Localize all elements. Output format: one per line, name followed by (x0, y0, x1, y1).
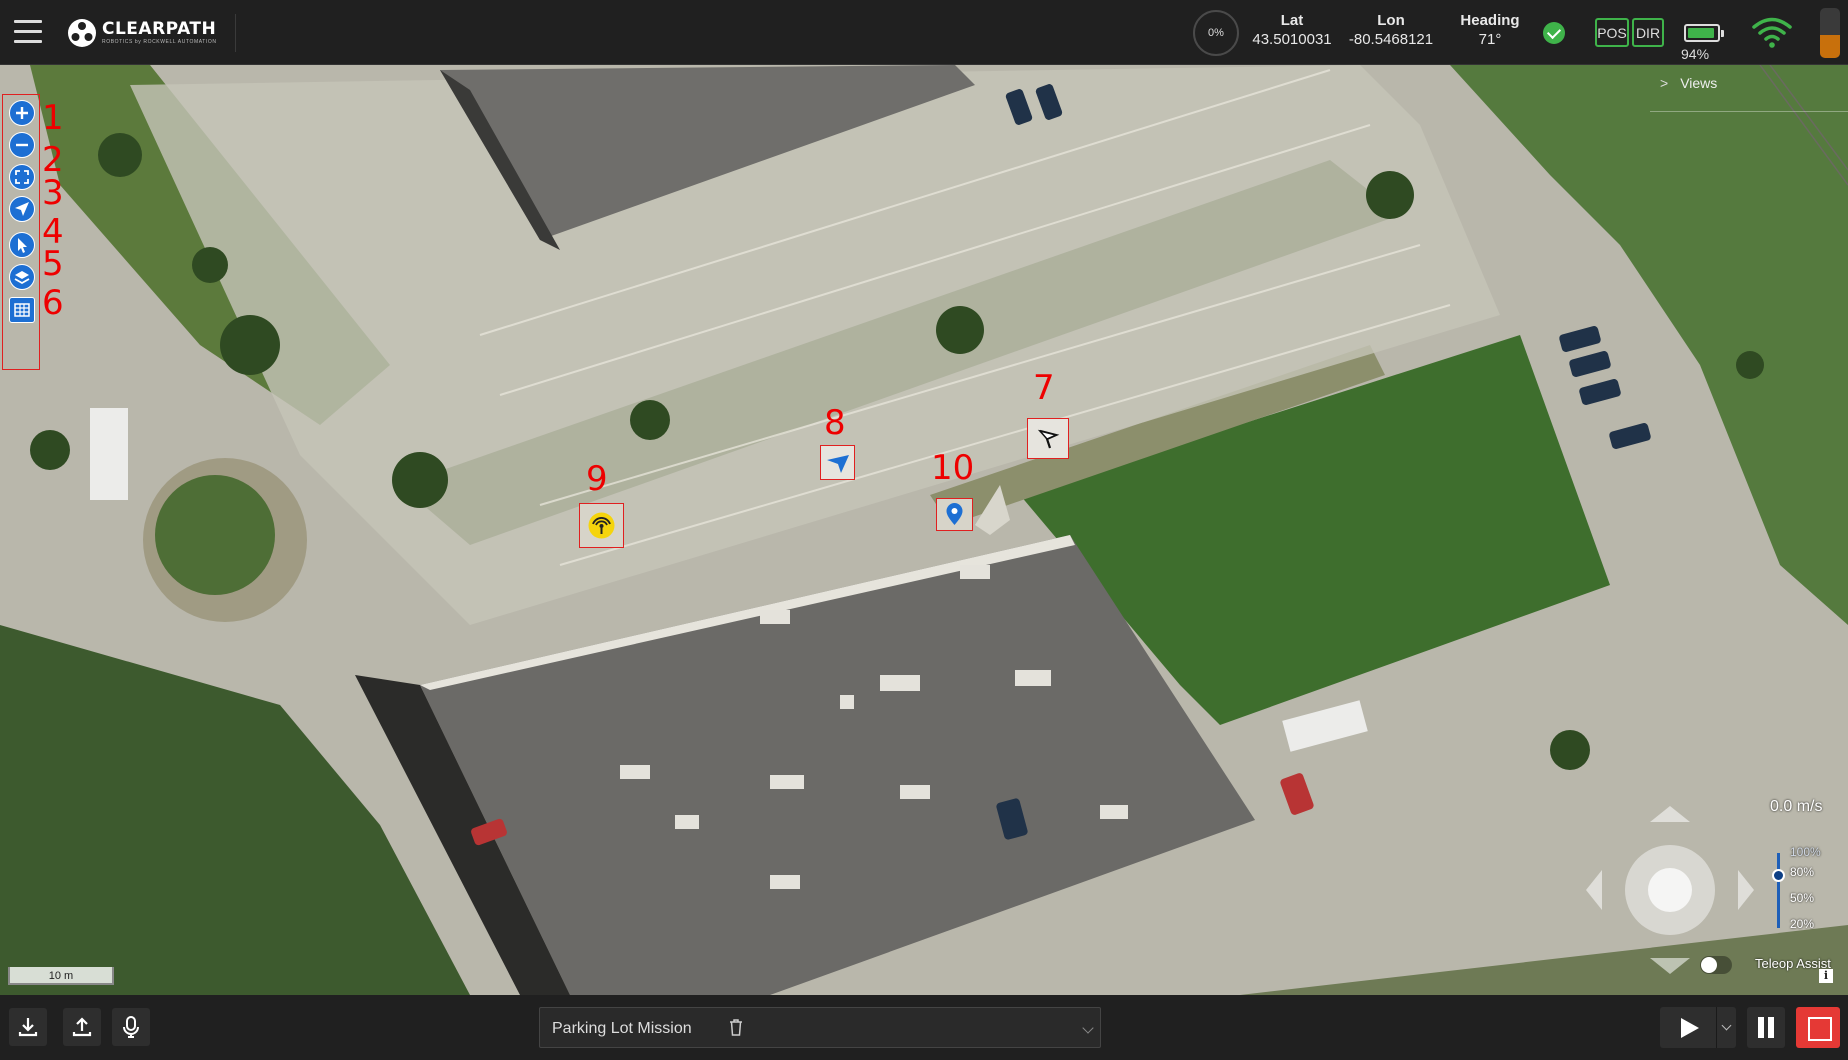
waypoint-flag-marker[interactable] (1027, 418, 1069, 459)
mission-select[interactable]: Parking Lot Mission (539, 1007, 1101, 1048)
speed-tick-80[interactable]: 80% (1790, 865, 1814, 879)
logo-mark-icon (66, 17, 98, 49)
toggle-knob (1701, 957, 1717, 973)
views-divider (1650, 111, 1848, 112)
menu-icon[interactable] (14, 20, 42, 44)
battery-percent: 94% (1681, 46, 1710, 62)
mission-progress-ring: 0% (1193, 10, 1239, 56)
logo-wordmark: CLEARPATH (102, 19, 217, 39)
minus-icon (16, 143, 28, 147)
play-button[interactable] (1660, 1007, 1716, 1048)
views-label: Views (1680, 75, 1718, 91)
speed-tick-50[interactable]: 50% (1790, 891, 1814, 905)
tool-number-3: 3 (42, 173, 64, 213)
speed-limit-rail (1777, 853, 1780, 928)
joystick-knob[interactable] (1648, 868, 1692, 912)
tool-number-2: 2 (42, 140, 64, 180)
heading-readout: Heading 71° (1452, 12, 1528, 50)
pause-button[interactable] (1747, 1007, 1785, 1048)
play-options-dropdown[interactable] (1716, 1007, 1736, 1048)
grid-button[interactable] (9, 297, 35, 323)
views-toggle[interactable]: > Views (1660, 75, 1717, 91)
logo-subtitle: ROBOTICS by ROCKWELL AUTOMATION (102, 39, 217, 45)
check-icon (1543, 22, 1565, 44)
latitude-readout: Lat 43.5010031 (1247, 12, 1337, 50)
teleop-joystick[interactable] (1580, 800, 1760, 980)
info-icon[interactable]: i (1819, 969, 1833, 983)
fit-view-button[interactable] (9, 164, 35, 190)
navigation-arrow-icon (15, 202, 29, 216)
speed-tick-100[interactable]: 100% (1790, 845, 1821, 859)
pos-status-badge[interactable]: POS (1595, 18, 1629, 47)
base-station-marker[interactable] (579, 503, 624, 548)
chevron-down-icon (1082, 1022, 1094, 1034)
side-level-gauge (1820, 8, 1840, 58)
layers-icon (14, 271, 30, 285)
pointer-icon (18, 238, 27, 253)
battery-icon (1684, 24, 1724, 42)
upload-button[interactable] (63, 1008, 101, 1046)
stop-button[interactable] (1796, 1007, 1840, 1048)
marker-number-10: 10 (931, 448, 975, 488)
plus-icon (16, 107, 28, 119)
microphone-button[interactable] (112, 1008, 150, 1046)
upload-icon (72, 1017, 92, 1037)
latitude-value: 43.5010031 (1252, 30, 1332, 48)
satellite-map[interactable]: 1 2 3 4 5 6 > Views 7 8 9 10 10 m 0.0 m/s (0, 65, 1848, 995)
longitude-readout: Lon -80.5468121 (1344, 12, 1438, 50)
trash-icon[interactable] (729, 1019, 743, 1036)
top-bar: CLEARPATH ROBOTICS by ROCKWELL AUTOMATIO… (0, 0, 1848, 65)
teleop-assist-toggle[interactable] (1700, 956, 1732, 974)
marker-number-8: 8 (824, 403, 846, 443)
tool-number-1: 1 (42, 98, 64, 138)
aerial-imagery (0, 65, 1848, 995)
zoom-out-button[interactable] (9, 132, 35, 158)
robot-arrow-icon (827, 455, 849, 473)
speed-tick-20[interactable]: 20% (1790, 917, 1814, 931)
mission-name: Parking Lot Mission (552, 1020, 692, 1037)
grid-icon (14, 303, 30, 317)
download-icon (18, 1018, 38, 1037)
speed-limit-slider[interactable]: 100% 80% 50% 20% (1770, 845, 1830, 935)
tool-number-6: 6 (42, 283, 64, 323)
battery-fill (1688, 28, 1715, 38)
speed-limit-handle[interactable] (1772, 869, 1785, 882)
microphone-icon (123, 1016, 139, 1038)
marker-number-9: 9 (586, 459, 608, 499)
location-pin-marker[interactable] (936, 498, 973, 531)
clearpath-logo: CLEARPATH ROBOTICS by ROCKWELL AUTOMATIO… (66, 14, 236, 52)
flag-icon (1037, 429, 1060, 449)
antenna-icon (588, 512, 615, 539)
side-level-fill (1820, 35, 1840, 58)
wifi-icon (1752, 17, 1792, 48)
longitude-label: Lon (1377, 12, 1405, 29)
arrow-right-icon[interactable] (1738, 870, 1754, 910)
arrow-down-icon[interactable] (1650, 958, 1690, 974)
arrow-left-icon[interactable] (1586, 870, 1602, 910)
chevron-right-icon: > (1660, 75, 1669, 91)
map-scale-bar: 10 m (8, 967, 114, 985)
arrow-up-icon[interactable] (1650, 806, 1690, 822)
zoom-in-button[interactable] (9, 100, 35, 126)
map-pin-icon (946, 503, 963, 525)
download-button[interactable] (9, 1008, 47, 1046)
expand-icon (15, 170, 29, 184)
heading-value: 71° (1478, 30, 1502, 48)
speed-readout: 0.0 m/s (1770, 798, 1823, 815)
tool-number-5: 5 (42, 244, 64, 284)
select-pointer-button[interactable] (9, 232, 35, 258)
locate-robot-button[interactable] (9, 196, 35, 222)
latitude-label: Lat (1280, 12, 1304, 29)
robot-heading-marker[interactable] (820, 445, 855, 480)
marker-number-7: 7 (1033, 368, 1055, 408)
bottom-bar: Parking Lot Mission (0, 995, 1848, 1060)
heading-label: Heading (1460, 12, 1520, 29)
map-toolbar (2, 94, 40, 370)
dir-status-badge[interactable]: DIR (1632, 18, 1664, 47)
longitude-value: -80.5468121 (1348, 30, 1434, 48)
layers-button[interactable] (9, 264, 35, 290)
